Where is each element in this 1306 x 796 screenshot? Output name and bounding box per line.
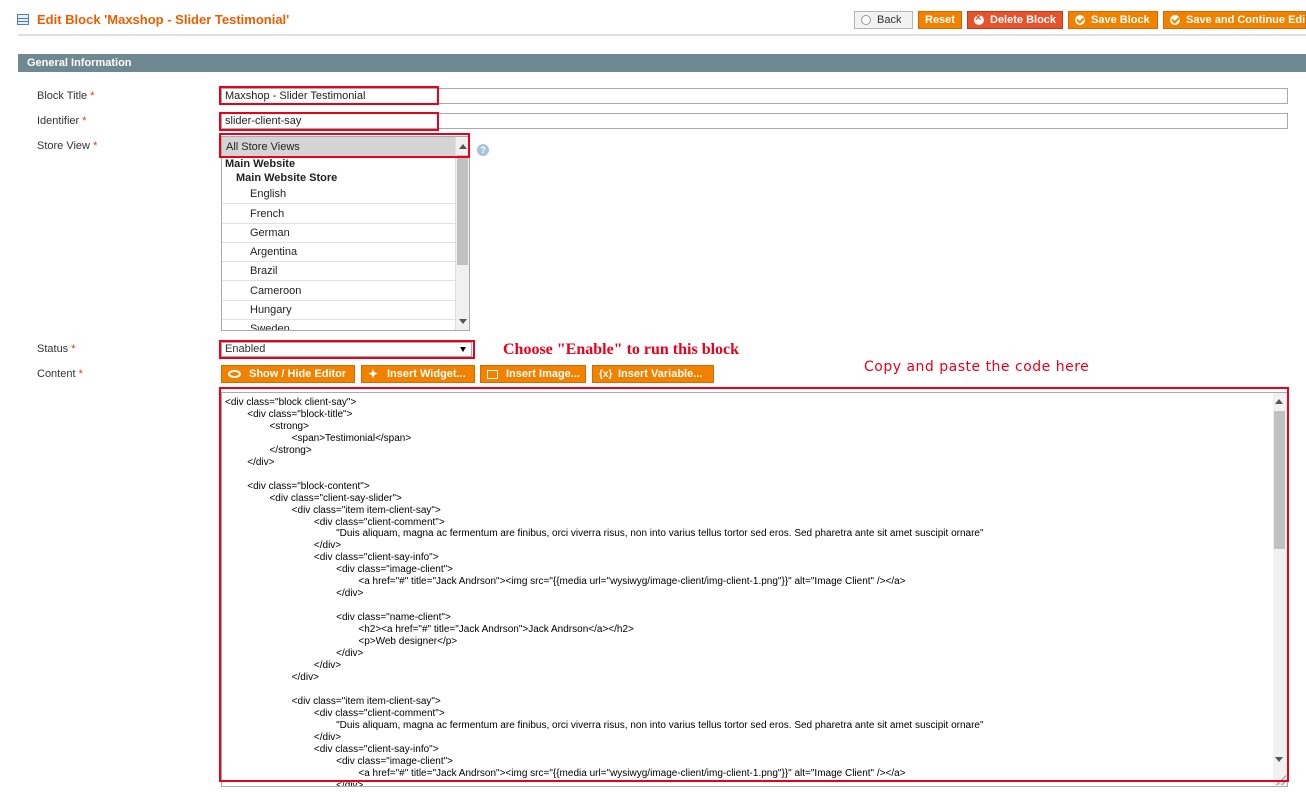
block-title-input[interactable]: Maxshop - Slider Testimonial — [221, 88, 1288, 104]
page-title: Edit Block 'Maxshop - Slider Testimonial… — [37, 12, 290, 27]
store-view-label: Store View * — [37, 140, 98, 152]
store-view-option[interactable]: Sweden — [222, 320, 456, 330]
status-select[interactable]: Enabled — [221, 342, 472, 357]
store-view-option[interactable]: Argentina — [222, 243, 456, 262]
scroll-down-arrow-icon[interactable] — [1275, 757, 1283, 762]
check-icon — [1075, 15, 1085, 25]
scroll-up-arrow-icon[interactable] — [1275, 399, 1283, 404]
status-annotation: Choose "Enable" to run this block — [503, 341, 740, 358]
scroll-up-arrow-icon[interactable] — [459, 144, 467, 149]
identifier-label: Identifier * — [37, 115, 87, 127]
store-view-option[interactable]: French — [222, 205, 456, 224]
reset-button[interactable]: Reset — [918, 11, 962, 29]
save-block-button[interactable]: Save Block — [1068, 11, 1158, 29]
show-hide-editor-button[interactable]: Show / Hide Editor — [221, 365, 355, 383]
store-view-multiselect[interactable]: All Store Views Main Website Main Websit… — [221, 136, 470, 331]
section-general-information: General Information — [18, 54, 1306, 72]
back-button[interactable]: Back — [854, 11, 913, 29]
content-textarea[interactable]: <div class="block client-say"> <div clas… — [221, 392, 1288, 787]
block-title-label: Block Title * — [37, 90, 95, 102]
store-view-option[interactable]: English — [222, 185, 456, 204]
image-icon — [487, 369, 498, 379]
widget-icon: ✦ — [368, 366, 379, 381]
variable-icon: {x} — [599, 368, 613, 380]
store-view-option[interactable]: Brazil — [222, 262, 456, 281]
page-header: Edit Block 'Maxshop - Slider Testimonial… — [0, 0, 1306, 40]
store-view-group-store: Main Website Store — [236, 172, 338, 184]
store-view-option[interactable]: Hungary — [222, 301, 456, 320]
content-annotation: Copy and paste the code here — [864, 359, 1090, 375]
status-label: Status * — [37, 343, 76, 355]
dropdown-arrow-icon[interactable] — [460, 347, 466, 352]
scrollbar-thumb[interactable] — [1274, 411, 1285, 549]
insert-image-button[interactable]: Insert Image... — [480, 365, 586, 383]
store-view-group-website: Main Website — [225, 158, 296, 170]
block-grid-icon — [17, 14, 29, 25]
resize-grip-icon[interactable] — [1276, 775, 1286, 785]
content-label: Content * — [37, 368, 83, 380]
delete-icon — [974, 12, 984, 25]
eye-icon — [228, 370, 241, 378]
content-scrollbar[interactable] — [1273, 393, 1287, 786]
delete-block-button[interactable]: Delete Block — [967, 11, 1063, 29]
insert-variable-button[interactable]: {x} Insert Variable... — [592, 365, 714, 383]
scroll-down-arrow-icon[interactable] — [459, 319, 467, 324]
insert-widget-button[interactable]: ✦ Insert Widget... — [361, 365, 475, 383]
identifier-input[interactable]: slider-client-say — [221, 113, 1288, 129]
save-and-continue-button[interactable]: Save and Continue Edi — [1163, 11, 1306, 29]
scrollbar-thumb[interactable] — [457, 155, 468, 265]
help-icon[interactable]: ? — [477, 144, 489, 156]
store-view-option[interactable]: German — [222, 224, 456, 243]
check-icon — [1170, 15, 1180, 25]
store-view-option-all[interactable]: All Store Views — [222, 137, 456, 158]
back-arrow-icon — [861, 15, 871, 25]
content-code[interactable]: <div class="block client-say"> <div clas… — [225, 397, 1270, 786]
store-view-option[interactable]: Cameroon — [222, 282, 456, 301]
header-divider — [18, 34, 1306, 36]
store-view-scrollbar[interactable] — [455, 137, 469, 330]
